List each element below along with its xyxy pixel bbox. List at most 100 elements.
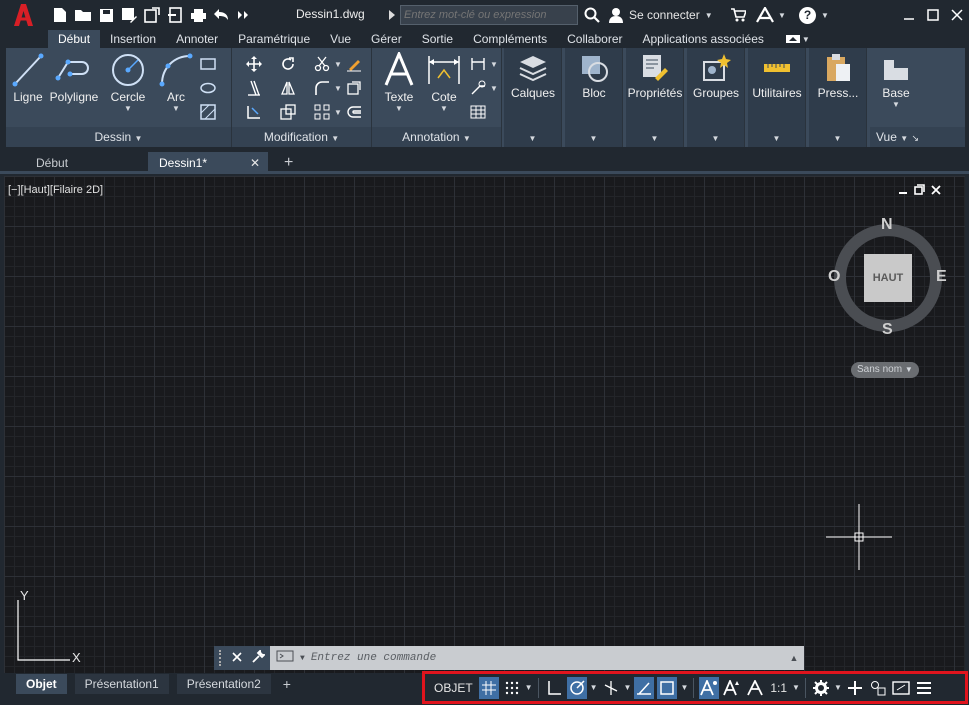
tab-annoter[interactable]: Annoter [166, 30, 228, 48]
viewport-close-icon[interactable] [931, 184, 941, 198]
hatch-icon[interactable] [198, 102, 218, 122]
minimize-icon[interactable] [897, 0, 921, 30]
file-tab-start[interactable]: Début [18, 152, 148, 174]
line-tool-button[interactable]: Ligne [10, 52, 46, 104]
proprietes-button[interactable]: Propriétés [626, 52, 684, 100]
chevron-down-icon[interactable]: ▼ [834, 683, 842, 692]
bloc-expand[interactable]: ▼ [565, 127, 622, 147]
chevron-down-icon[interactable]: ▼ [490, 60, 498, 69]
chevron-down-icon[interactable]: ▼ [334, 84, 342, 93]
rotate-icon[interactable] [278, 54, 298, 74]
chevron-down-icon[interactable]: ▼ [490, 84, 498, 93]
command-input[interactable]: ▼ Entrez une commande [270, 646, 784, 670]
more-icon[interactable] [234, 5, 254, 25]
drag-handle[interactable] [218, 650, 223, 666]
tab-model[interactable]: Objet [16, 674, 67, 694]
ellipse-icon[interactable] [198, 78, 218, 98]
leader-icon[interactable] [468, 78, 488, 98]
stretch-icon[interactable] [244, 102, 264, 122]
calques-button[interactable]: Calques [504, 52, 562, 100]
customization-menu-icon[interactable] [914, 677, 934, 699]
autodesk-a360-icon[interactable] [756, 5, 778, 26]
auto-scale-icon[interactable] [722, 677, 742, 699]
presse-papiers-button[interactable]: Press... [809, 52, 867, 100]
gear-icon[interactable] [811, 677, 831, 699]
share-icon[interactable] [142, 5, 162, 25]
open-folder-icon[interactable] [73, 5, 93, 25]
polyline-tool-button[interactable]: Polyligne [48, 52, 100, 104]
tab-debut[interactable]: Début [48, 30, 101, 48]
tab-parametrique[interactable]: Paramétrique [228, 30, 320, 48]
utilitaires-button[interactable]: Utilitaires [748, 52, 806, 100]
calques-expand[interactable]: ▼ [504, 127, 561, 147]
object-snap-tracking-icon[interactable] [634, 676, 655, 699]
tab-gerer[interactable]: Gérer [361, 30, 412, 48]
file-tab-dessin1[interactable]: Dessin1* ✕ [148, 152, 268, 174]
object-snap-icon[interactable] [657, 676, 678, 699]
save-as-icon[interactable] [119, 5, 139, 25]
wcs-menu[interactable]: Sans nom ▼ [851, 362, 919, 378]
move-icon[interactable] [244, 54, 264, 74]
fillet-icon[interactable] [312, 78, 332, 98]
scale-button[interactable]: 1:1 [768, 677, 789, 699]
tab-presentation1[interactable]: Présentation1 [74, 674, 169, 694]
panel-proprietes[interactable]: Propriétés ▼ [626, 48, 684, 147]
chevron-down-icon[interactable]: ▼ [680, 683, 688, 692]
search-icon[interactable] [584, 7, 600, 26]
panel-vue-title[interactable]: Vue ▼ ↘ [870, 127, 965, 147]
panel-modification-title[interactable]: Modification ▼ [232, 127, 371, 147]
chevron-down-icon[interactable]: ▼ [525, 683, 533, 692]
utilitaires-expand[interactable]: ▼ [748, 127, 805, 147]
arc-tool-button[interactable]: Arc ▼ [156, 52, 196, 113]
isolate-objects-icon[interactable] [868, 677, 888, 699]
viewcube[interactable]: HAUT N S E O [822, 216, 950, 342]
tab-applications-associees[interactable]: Applications associées [632, 30, 773, 48]
chevron-down-icon[interactable]: ▼ [334, 108, 342, 117]
viewcube-top-face[interactable]: HAUT [864, 254, 912, 302]
grid-icon[interactable] [478, 676, 499, 699]
compass-south[interactable]: S [882, 321, 893, 339]
sign-in-button[interactable]: Se connecter ▼ [608, 7, 713, 23]
tab-presentation2[interactable]: Présentation2 [176, 674, 271, 694]
wrench-icon[interactable] [251, 648, 267, 667]
bloc-button[interactable]: Bloc [565, 52, 623, 100]
chevron-down-icon[interactable]: ▼ [590, 683, 598, 692]
table-icon[interactable] [468, 102, 488, 122]
compass-west[interactable]: O [828, 268, 840, 286]
circle-tool-button[interactable]: Cercle ▼ [106, 52, 150, 113]
drawing-viewport[interactable]: [−][Haut][Filaire 2D] HAUT N S E O Sans … [4, 176, 965, 673]
base-view-button[interactable]: Base ▼ [870, 52, 922, 109]
mirror-icon[interactable] [278, 78, 298, 98]
panel-calques[interactable]: Calques ▼ [504, 48, 562, 147]
maximize-icon[interactable] [921, 0, 945, 30]
panel-annotation-title[interactable]: Annotation ▼ [372, 127, 501, 147]
export-icon[interactable] [165, 5, 185, 25]
chevron-down-icon[interactable]: ▼ [624, 683, 632, 692]
search-input[interactable] [400, 5, 578, 25]
app-logo[interactable] [0, 0, 46, 30]
tab-sortie[interactable]: Sortie [412, 30, 463, 48]
panel-presse-papiers[interactable]: Press... ▼ [809, 48, 867, 147]
panel-bloc[interactable]: Bloc ▼ [565, 48, 623, 147]
chevron-down-icon[interactable]: ▼ [334, 60, 342, 69]
viewport-minimize-icon[interactable] [898, 184, 908, 198]
text-tool-button[interactable]: Texte ▼ [380, 52, 418, 113]
viewport-restore-icon[interactable] [914, 184, 925, 198]
presse-papiers-expand[interactable]: ▼ [809, 127, 866, 147]
command-prompt-icon[interactable] [276, 650, 294, 666]
undo-icon[interactable] [211, 5, 231, 25]
explode-icon[interactable] [344, 78, 364, 98]
linear-dim-icon[interactable] [468, 54, 488, 74]
tab-complements[interactable]: Compléments [463, 30, 557, 48]
compass-east[interactable]: E [936, 268, 947, 286]
tab-collaborer[interactable]: Collaborer [557, 30, 632, 48]
trim-icon[interactable] [312, 54, 332, 74]
chevron-down-icon[interactable]: ▼ [821, 11, 829, 20]
viewport-controls-label[interactable]: [−][Haut][Filaire 2D] [8, 184, 103, 196]
rectangle-icon[interactable] [198, 54, 218, 74]
cart-icon[interactable] [730, 8, 748, 25]
model-space-button[interactable]: OBJET [431, 677, 476, 699]
panel-groupes[interactable]: Groupes ▼ [687, 48, 745, 147]
new-file-icon[interactable] [50, 5, 70, 25]
dimension-tool-button[interactable]: Cote ▼ [424, 52, 464, 113]
